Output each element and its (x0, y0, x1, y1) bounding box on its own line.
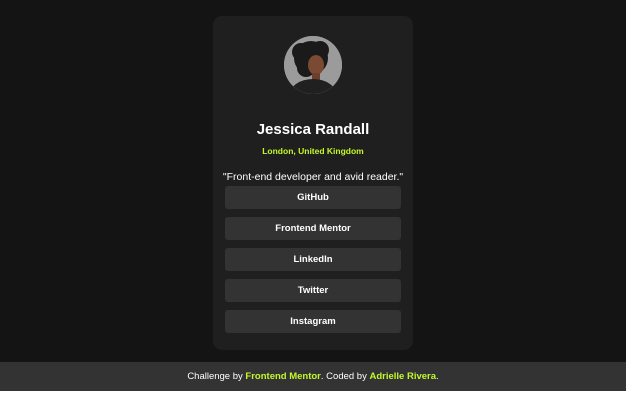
attribution-footer: Challenge by Frontend Mentor. Coded by A… (0, 362, 626, 391)
link-frontend-mentor-button[interactable]: Frontend Mentor (225, 217, 401, 240)
profile-bio: "Front-end developer and avid reader." (222, 171, 404, 183)
footer-prefix: Challenge by (187, 371, 246, 382)
page-background: Jessica Randall London, United Kingdom "… (0, 0, 626, 362)
link-instagram-button[interactable]: Instagram (225, 310, 401, 333)
footer-challenge-link[interactable]: Frontend Mentor (245, 371, 320, 382)
avatar (284, 36, 342, 94)
link-linkedin-button[interactable]: LinkedIn (225, 248, 401, 271)
footer-suffix: . (436, 371, 439, 382)
footer-author-link[interactable]: Adrielle Rivera (369, 371, 436, 382)
profile-name: Jessica Randall (256, 121, 370, 138)
avatar-image (284, 36, 342, 94)
footer-middle: . Coded by (320, 371, 370, 382)
link-twitter-button[interactable]: Twitter (225, 279, 401, 302)
link-github-button[interactable]: GitHub (225, 186, 401, 209)
profile-location: London, United Kingdom (262, 146, 364, 156)
profile-card: Jessica Randall London, United Kingdom "… (213, 16, 413, 350)
